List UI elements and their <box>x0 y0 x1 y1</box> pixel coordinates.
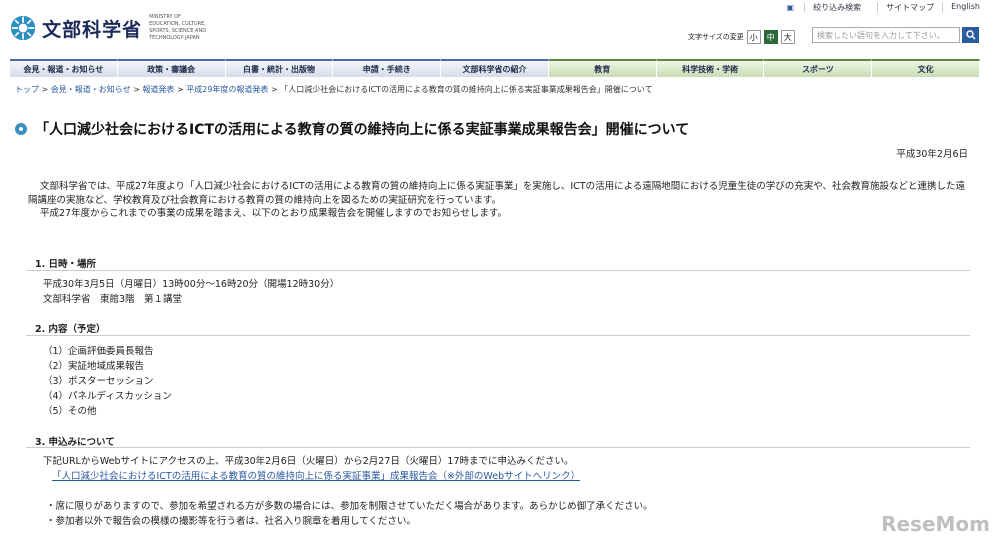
program-item: （5）その他 <box>43 406 97 417</box>
section-divider <box>26 335 970 336</box>
nav-item-education[interactable]: 教育 <box>548 59 657 77</box>
intro-text: 文部科学省では、平成27年度より「人口減少社会におけるICTの活用による教育の質… <box>28 180 968 221</box>
util-link-english[interactable]: English <box>942 2 988 13</box>
site-header: 文部科学省 MINISTRY OF EDUCATION, CULTURE, SP… <box>0 0 1000 56</box>
breadcrumb: トップ > 会見・報道・お知らせ > 報道発表 > 平成29年度の報道発表 > … <box>15 84 653 95</box>
intro-paragraph-1: 文部科学省では、平成27年度より「人口減少社会におけるICTの活用による教育の質… <box>28 181 966 206</box>
nav-item-culture[interactable]: 文化 <box>872 59 981 77</box>
search-button[interactable] <box>962 27 979 43</box>
breadcrumb-separator: > <box>270 85 278 94</box>
global-nav: 会見・報道・お知らせ 政策・審議会 白書・統計・出版物 申請・手続き 文部科学省… <box>10 59 981 77</box>
title-bullet-icon <box>15 123 27 135</box>
program-item: （3）ポスターセッション <box>43 376 154 387</box>
breadcrumb-link-h29-releases[interactable]: 平成29年度の報道発表 <box>186 85 268 94</box>
breadcrumb-separator: > <box>133 85 140 94</box>
section-heading-application: 3. 申込みについて <box>35 437 115 448</box>
event-datetime: 平成30年3月5日（月曜日）13時00分～16時20分（開場12時30分） <box>43 279 340 290</box>
search-icon <box>965 30 976 40</box>
resemom-watermark: ReseMom <box>881 512 990 536</box>
section-heading-program: 2. 内容（予定） <box>35 324 106 335</box>
nav-item-about[interactable]: 文部科学省の紹介 <box>441 59 549 77</box>
section-divider <box>26 447 970 448</box>
nav-item-whitepaper[interactable]: 白書・統計・出版物 <box>225 59 334 77</box>
breadcrumb-separator: > <box>41 85 49 94</box>
font-size-large-button[interactable]: 大 <box>780 30 795 44</box>
application-note: ・参加者以外で報告会の模様の撮影等を行う者は、社名入り腕章を着用してください。 <box>46 516 416 527</box>
breadcrumb-separator: > <box>176 85 184 94</box>
font-size-medium-button[interactable]: 中 <box>763 30 778 44</box>
mext-logo-icon <box>10 15 36 41</box>
program-item: （1）企画評価委員長報告 <box>43 346 154 357</box>
breadcrumb-current: 「人口減少社会におけるICTの活用による教育の質の維持向上に係る実証事業成果報告… <box>280 85 653 94</box>
search-input[interactable]: 検索したい語句を入力して下さい。 <box>812 27 960 43</box>
logo-text-en: MINISTRY OF EDUCATION, CULTURE, SPORTS, … <box>149 14 207 41</box>
util-link-filter-search[interactable]: ▣ 絞り込み検索 <box>771 2 878 13</box>
search-filter-icon: ▣ <box>786 3 795 12</box>
breadcrumb-link-press[interactable]: 会見・報道・お知らせ <box>51 85 131 94</box>
font-size-small-button[interactable]: 小 <box>746 30 761 44</box>
program-item: （4）パネルディスカッション <box>43 391 172 402</box>
application-external-link[interactable]: 「人口減少社会におけるICTの活用による教育の質の維持向上に係る実証事業」成果報… <box>52 468 580 482</box>
font-size-label: 文字サイズの変更 <box>688 33 744 41</box>
font-size-switcher: 文字サイズの変更 小 中 大 <box>688 30 795 44</box>
nav-item-sports[interactable]: スポーツ <box>764 59 873 77</box>
breadcrumb-link-releases[interactable]: 報道発表 <box>142 85 174 94</box>
site-logo[interactable]: 文部科学省 MINISTRY OF EDUCATION, CULTURE, SP… <box>10 9 210 47</box>
nav-item-application[interactable]: 申請・手続き <box>333 59 442 77</box>
intro-paragraph-2: 平成27年度からこれまでの事業の成果を踏まえ、以下のとおり成果報告会を開催します… <box>40 208 507 219</box>
section-divider <box>26 270 970 271</box>
nav-item-press[interactable]: 会見・報道・お知らせ <box>10 59 118 77</box>
section-heading-datetime: 1. 日時・場所 <box>35 259 97 270</box>
event-venue: 文部科学省 東館3階 第１講堂 <box>43 294 183 305</box>
breadcrumb-link-top[interactable]: トップ <box>15 85 39 94</box>
application-note: ・席に限りがありますので、参加を希望される方が多数の場合には、参加を制限させてい… <box>46 501 653 512</box>
utility-links: ▣ 絞り込み検索 サイトマップ English <box>771 2 988 13</box>
application-instructions: 下記URLからWebサイトにアクセスの上、平成30年2月6日（火曜日）から2月2… <box>43 456 574 467</box>
page-title-row: 「人口減少社会におけるICTの活用による教育の質の維持向上に係る実証事業成果報告… <box>15 119 689 139</box>
program-item: （2）実証地域成果報告 <box>43 361 145 372</box>
logo-text-ja: 文部科学省 <box>42 18 143 41</box>
util-link-sitemap[interactable]: サイトマップ <box>877 2 942 13</box>
nav-item-policy[interactable]: 政策・審議会 <box>117 59 226 77</box>
publish-date: 平成30年2月6日 <box>896 149 968 160</box>
nav-item-science[interactable]: 科学技術・学術 <box>656 59 765 77</box>
page-title: 「人口減少社会におけるICTの活用による教育の質の維持向上に係る実証事業成果報告… <box>35 122 690 138</box>
